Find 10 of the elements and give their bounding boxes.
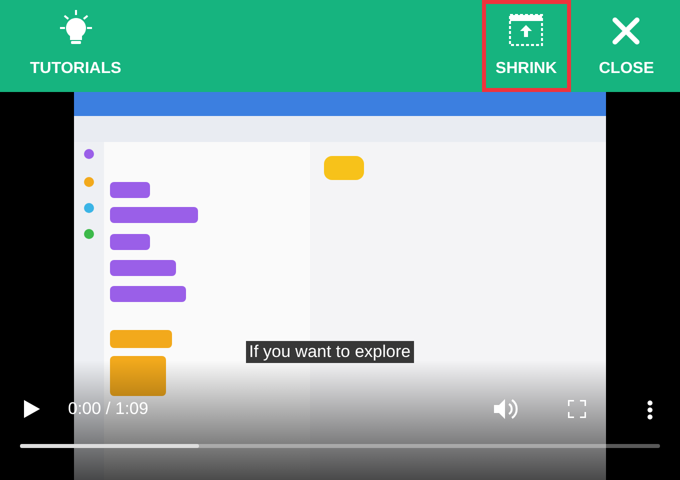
volume-button[interactable] (494, 398, 518, 420)
play-button[interactable] (24, 400, 40, 418)
more-options-button[interactable] (647, 400, 653, 420)
close-button[interactable]: CLOSE (584, 0, 668, 92)
shrink-button[interactable]: SHRINK (482, 0, 571, 92)
subtitle-caption: If you want to explore (246, 341, 414, 363)
close-icon (611, 16, 642, 46)
shrink-icon (509, 14, 544, 46)
progress-bar[interactable] (20, 444, 660, 448)
tutorials-button[interactable]: TUTORIALS (16, 0, 136, 92)
